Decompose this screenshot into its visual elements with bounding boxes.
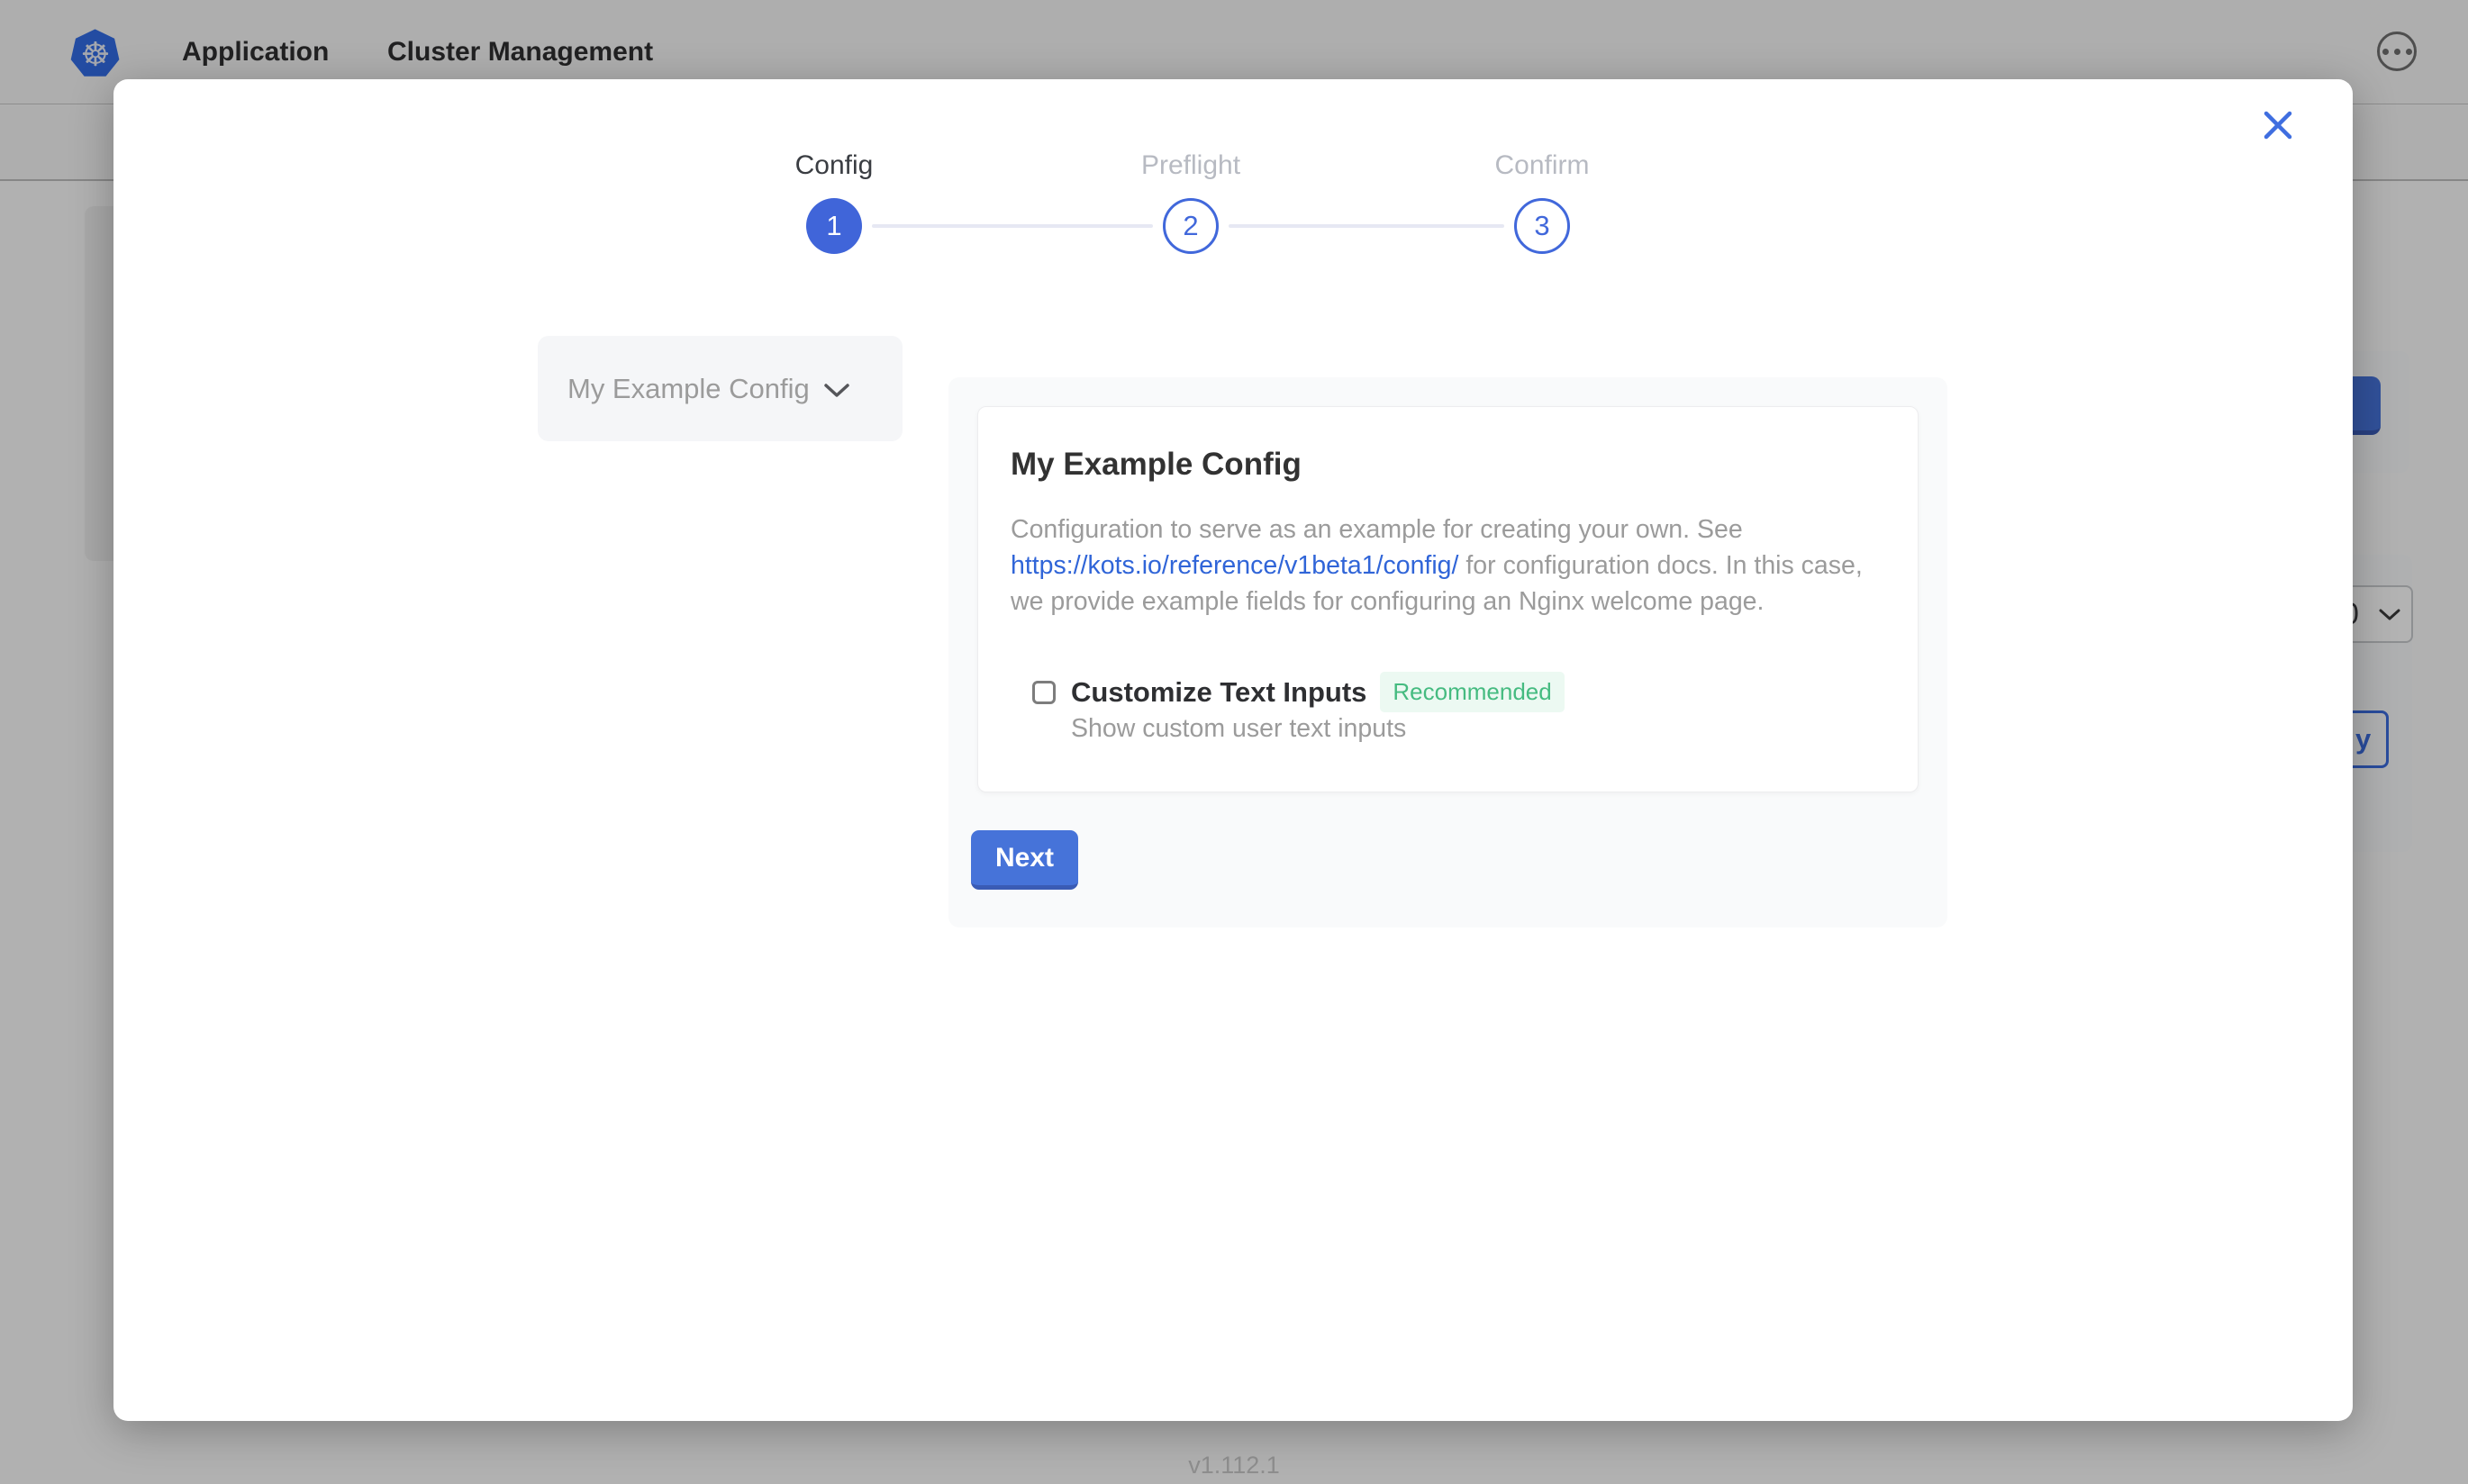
step-number-badge: 3 xyxy=(1514,198,1570,254)
step-confirm: Confirm 3 xyxy=(1443,149,1641,254)
customize-text-inputs-row: Customize Text Inputs Recommended xyxy=(1032,672,1565,712)
step-number-badge: 2 xyxy=(1163,198,1219,254)
description-text: Configuration to serve as an example for… xyxy=(1011,515,1743,544)
config-group-card: My Example Config Configuration to serve… xyxy=(977,406,1919,792)
config-group-description: Configuration to serve as an example for… xyxy=(1011,511,1889,620)
chevron-down-icon xyxy=(824,383,849,398)
checkbox-label[interactable]: Customize Text Inputs xyxy=(1071,676,1366,709)
config-group-dropdown[interactable]: My Example Config xyxy=(538,336,903,441)
config-group-dropdown-label: My Example Config xyxy=(567,373,810,405)
close-icon[interactable] xyxy=(2263,110,2293,140)
customize-text-inputs-checkbox[interactable] xyxy=(1032,681,1056,704)
next-button[interactable]: Next xyxy=(971,830,1078,890)
config-group-title: My Example Config xyxy=(1011,447,1302,483)
checkbox-help-text: Show custom user text inputs xyxy=(1071,714,1406,744)
step-label: Confirm xyxy=(1443,149,1641,182)
step-preflight: Preflight 2 xyxy=(1092,149,1290,254)
step-config: Config 1 xyxy=(735,149,933,254)
description-text: for configuration docs. In this case, xyxy=(1458,551,1862,580)
recommended-badge: Recommended xyxy=(1380,672,1564,712)
step-number-badge: 1 xyxy=(806,198,862,254)
step-label: Config xyxy=(735,149,933,182)
config-panel: My Example Config Configuration to serve… xyxy=(948,377,1947,928)
description-text: we provide example fields for configurin… xyxy=(1011,587,1764,616)
step-label: Preflight xyxy=(1092,149,1290,182)
config-docs-link[interactable]: https://kots.io/reference/v1beta1/config… xyxy=(1011,551,1458,580)
config-wizard-modal: Config 1 Preflight 2 Confirm 3 My Exampl… xyxy=(113,79,2353,1421)
